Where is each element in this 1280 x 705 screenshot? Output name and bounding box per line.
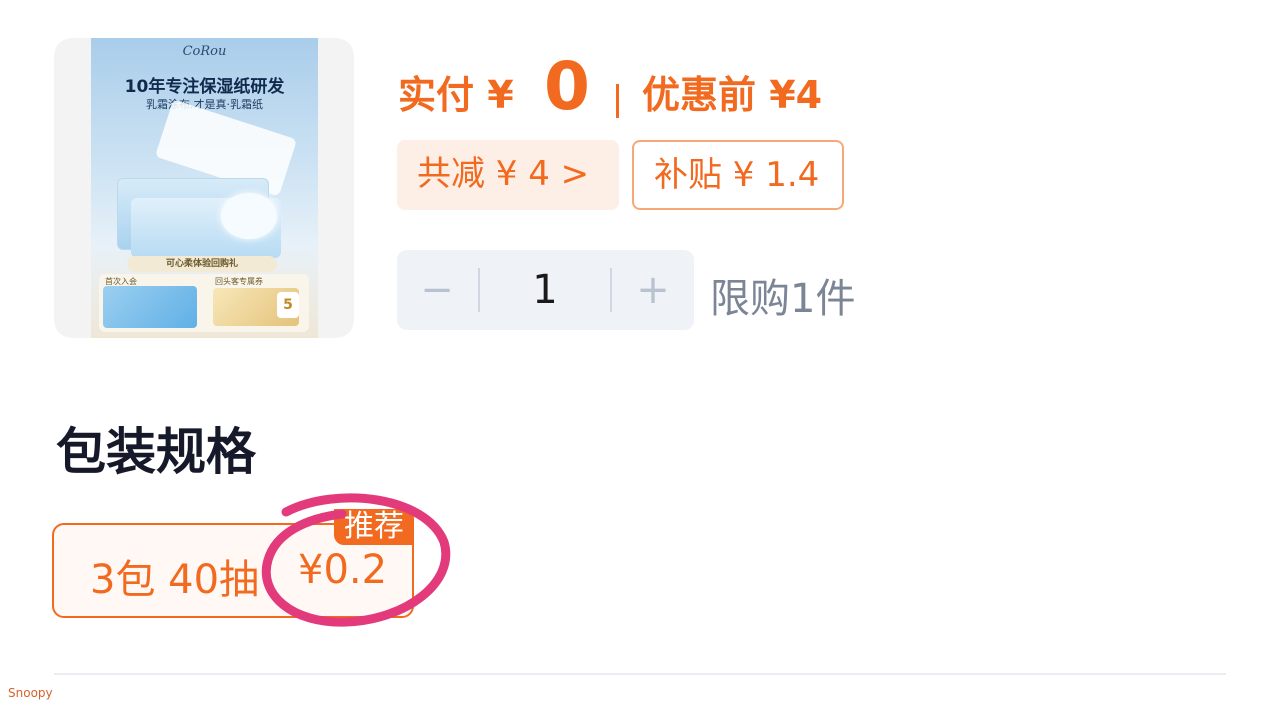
stepper-divider [478,268,480,312]
pay-label: 实付 ¥ [398,73,514,117]
brand-logo: CoRou [182,44,227,59]
member-card-illustration [103,286,197,328]
original-price: 优惠前 ¥4 [642,73,823,117]
price-divider [616,84,619,118]
product-image: CoRou 10年专注保湿纸研发 乳霜涂布,才是真·乳霜纸 可心柔体验回购礼 首… [91,38,318,338]
coupon-badge: 5 [277,292,299,318]
pay-value: 0 [544,48,590,125]
purchase-limit: 限购1件 [710,276,856,322]
product-image-headline: 10年专注保湿纸研发 [124,77,285,97]
product-thumbnail[interactable]: CoRou 10年专注保湿纸研发 乳霜涂布,才是真·乳霜纸 可心柔体验回购礼 首… [54,38,354,338]
section-title-packaging: 包装规格 [56,423,256,481]
quantity-stepper: − 1 + [397,250,694,330]
spec-option-name: 3包 40抽 [90,557,260,603]
total-discount-chip[interactable]: 共减 ¥ 4 > [397,140,619,210]
gift-strip: 可心柔体验回购礼 [127,256,277,272]
recommend-tag: 推荐 [334,509,414,545]
watermark: Snoopy [8,686,53,700]
section-divider [54,673,1226,675]
subsidy-chip: 补贴 ¥ 1.4 [632,140,844,210]
cloud-mascot-illustration [221,193,277,239]
increment-button[interactable]: + [613,250,693,330]
gift-right-label: 回头客专属券 [215,277,263,286]
spec-option[interactable]: 3包 40抽 ¥0.2 推荐 [52,509,414,618]
decrement-button[interactable]: − [397,250,477,330]
spec-option-price: ¥0.2 [298,547,388,593]
quantity-value[interactable]: 1 [481,250,609,330]
stepper-divider [610,268,612,312]
